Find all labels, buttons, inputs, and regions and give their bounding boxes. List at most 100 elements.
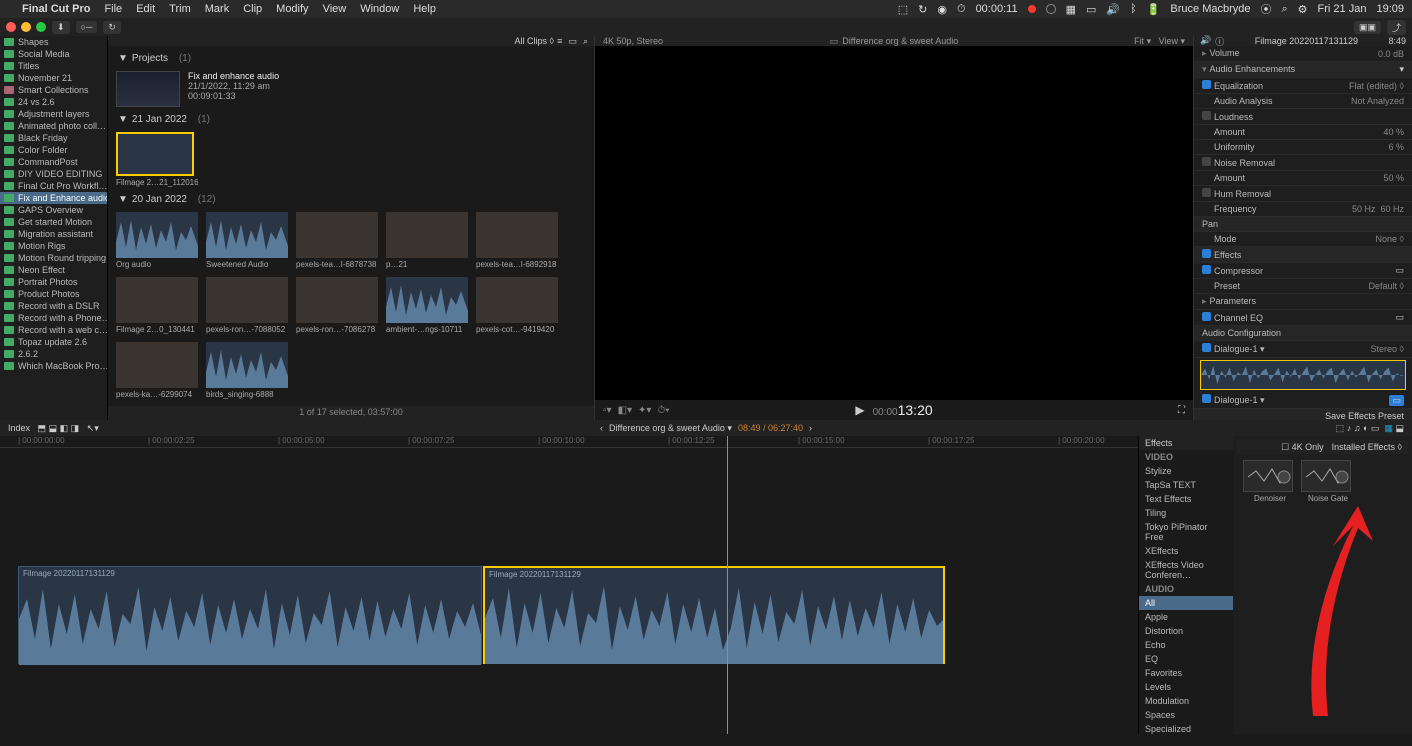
effect-category[interactable]: Stylize [1139,464,1233,478]
menu-file[interactable]: File [104,3,122,15]
hum-checkbox[interactable] [1202,188,1211,197]
library-item[interactable]: Record with a DSLR [0,300,107,312]
user-name[interactable]: Bruce Macbryde [1170,3,1250,15]
compass-icon[interactable]: ◉ [937,3,947,16]
arrow-tool-icon[interactable]: ↖▾ [87,423,99,433]
browser-clip[interactable]: birds_singing-6888 [206,342,288,399]
close-window-icon[interactable] [6,22,16,32]
channeleq-checkbox[interactable] [1202,312,1211,321]
clip-filter-dropdown[interactable]: All Clips ◊ [515,36,554,46]
play-button[interactable]: ▶ [855,403,864,417]
menu-help[interactable]: Help [413,3,436,15]
browser-clip[interactable]: pexels-cot…-9419420 [476,277,558,334]
spotlight-icon[interactable]: ⦿ [1261,1,1272,17]
menu-modify[interactable]: Modify [276,3,308,15]
library-item[interactable]: Titles [0,60,107,72]
browser-clip[interactable]: Org audio [116,212,198,269]
event-clip-thumbnail[interactable] [116,132,194,176]
library-item[interactable]: Record with a Phone… [0,312,107,324]
bluetooth-icon[interactable]: ᛒ [1130,3,1137,15]
menubar-time[interactable]: 19:09 [1376,3,1404,15]
library-item[interactable]: Motion Rigs [0,240,107,252]
audio-inspector-icon[interactable]: 🔊 [1200,35,1211,48]
menu-trim[interactable]: Trim [169,3,191,15]
share-button[interactable]: ⤴ [1387,20,1406,35]
browser-clip[interactable]: pexels-ron…-7088052 [206,277,288,334]
effect-category[interactable]: Distortion [1139,624,1233,638]
preset-icon[interactable]: ▾ [1399,64,1404,75]
effects-checkbox[interactable] [1202,249,1211,258]
display-icon[interactable]: ▭ [1086,3,1096,16]
effect-category[interactable]: Tokyo PiPinator Free [1139,520,1233,544]
amount-value[interactable]: 40 % [1383,127,1404,137]
browser-clip[interactable]: pexels-ron…-7086278 [296,277,378,334]
insert-icon[interactable]: ⬒ [38,423,47,433]
audio-skim-icon[interactable]: ♪ [1347,423,1352,433]
browser-clip[interactable]: pexels-ka…-6299074 [116,342,198,399]
pan-mode[interactable]: None ◊ [1376,234,1404,244]
stereo-icon[interactable]: ▭ [1389,395,1404,406]
browser-clip[interactable]: pexels-tea…l-6892918 [476,212,558,269]
fullscreen-icon[interactable]: ⛶ [1178,405,1185,416]
library-item[interactable]: Record with a web c… [0,324,107,336]
4k-only-toggle[interactable]: ☐ 4K Only [1281,442,1324,452]
menu-mark[interactable]: Mark [205,3,229,15]
timeline-title[interactable]: Difference org & sweet Audio ▾ [609,423,732,434]
keyword-button[interactable]: ○─ [76,21,98,33]
list-view-icon[interactable]: ≡ [557,36,562,46]
effects-browser-icon[interactable]: ▦ [1384,423,1393,433]
installed-effects-dropdown[interactable]: Installed Effects ◊ [1332,442,1402,452]
volume-value[interactable]: 0.0 dB [1378,49,1404,59]
transform-tool-icon[interactable]: ▫▾ [603,405,612,416]
disclosure-icon[interactable]: ▸ [1202,296,1207,306]
index-button[interactable]: Index [8,423,30,433]
menubar-date[interactable]: Fri 21 Jan [1318,3,1367,15]
search-icon[interactable]: ⌕ [583,36,588,47]
connect-icon[interactable]: ◨ [71,423,80,433]
effect-item[interactable]: Noise Gate [1301,460,1355,503]
dialogue-checkbox[interactable] [1202,343,1211,352]
eq-preset[interactable]: Flat (edited) ◊ [1349,81,1404,91]
search-icon[interactable]: ⌕ [1282,3,1288,16]
timeline-clip-selected[interactable]: Filmage 20220117131129 [483,566,945,664]
library-item[interactable]: 2.6.2 [0,348,107,360]
effect-category[interactable]: EQ [1139,652,1233,666]
overwrite-icon[interactable]: ◧ [60,423,69,433]
dropbox-icon[interactable]: ⬚ [898,3,908,16]
effect-category[interactable]: XEffects [1139,544,1233,558]
retime-tool-icon[interactable]: ⏱▾ [657,405,669,416]
eq-checkbox[interactable] [1202,80,1211,89]
timeline-clip[interactable]: Filmage 20220117131129 [18,566,482,664]
effect-category[interactable]: XEffects Video Conferen… [1139,558,1233,582]
browser-clip[interactable]: ambient-…ngs-10711 [386,277,468,334]
library-item[interactable]: Portrait Photos [0,276,107,288]
library-item[interactable]: DIY VIDEO EDITING [0,168,107,180]
effect-category[interactable]: Levels [1139,680,1233,694]
library-item[interactable]: Smart Collections [0,84,107,96]
library-item[interactable]: Product Photos [0,288,107,300]
timeline-view-icon[interactable]: ▭ [1371,423,1380,433]
browser-clip[interactable]: pexels-tea…l-6878738 [296,212,378,269]
library-item[interactable]: November 21 [0,72,107,84]
library-item[interactable]: Which MacBook Pro… [0,360,107,372]
append-icon[interactable]: ⬓ [49,423,58,433]
noise-checkbox[interactable] [1202,157,1211,166]
viewer-canvas[interactable] [595,46,1193,400]
clock-icon[interactable]: ⏱ [957,3,966,16]
project-item[interactable]: Fix and enhance audio 21/1/2022, 11:29 a… [112,67,590,111]
dialogue-format[interactable]: Stereo ◊ [1371,344,1404,354]
dialogue-checkbox[interactable] [1202,394,1211,403]
library-item[interactable]: Social Media [0,48,107,60]
library-item[interactable]: 24 vs 2.6 [0,96,107,108]
freq-50[interactable]: 50 Hz [1352,204,1376,214]
effect-category[interactable]: Spaces [1139,708,1233,722]
library-item[interactable]: Black Friday [0,132,107,144]
effect-category[interactable]: Text Effects [1139,492,1233,506]
effect-item[interactable]: Denoiser [1243,460,1297,503]
record-ring-icon[interactable] [1046,4,1056,14]
library-item[interactable]: Final Cut Pro Workfl… [0,180,107,192]
browser-clip[interactable]: p…21 [386,212,468,269]
audio-config-waveform[interactable] [1200,360,1406,390]
record-dot-icon[interactable] [1028,5,1036,13]
library-item[interactable]: Animated photo coll… [0,120,107,132]
